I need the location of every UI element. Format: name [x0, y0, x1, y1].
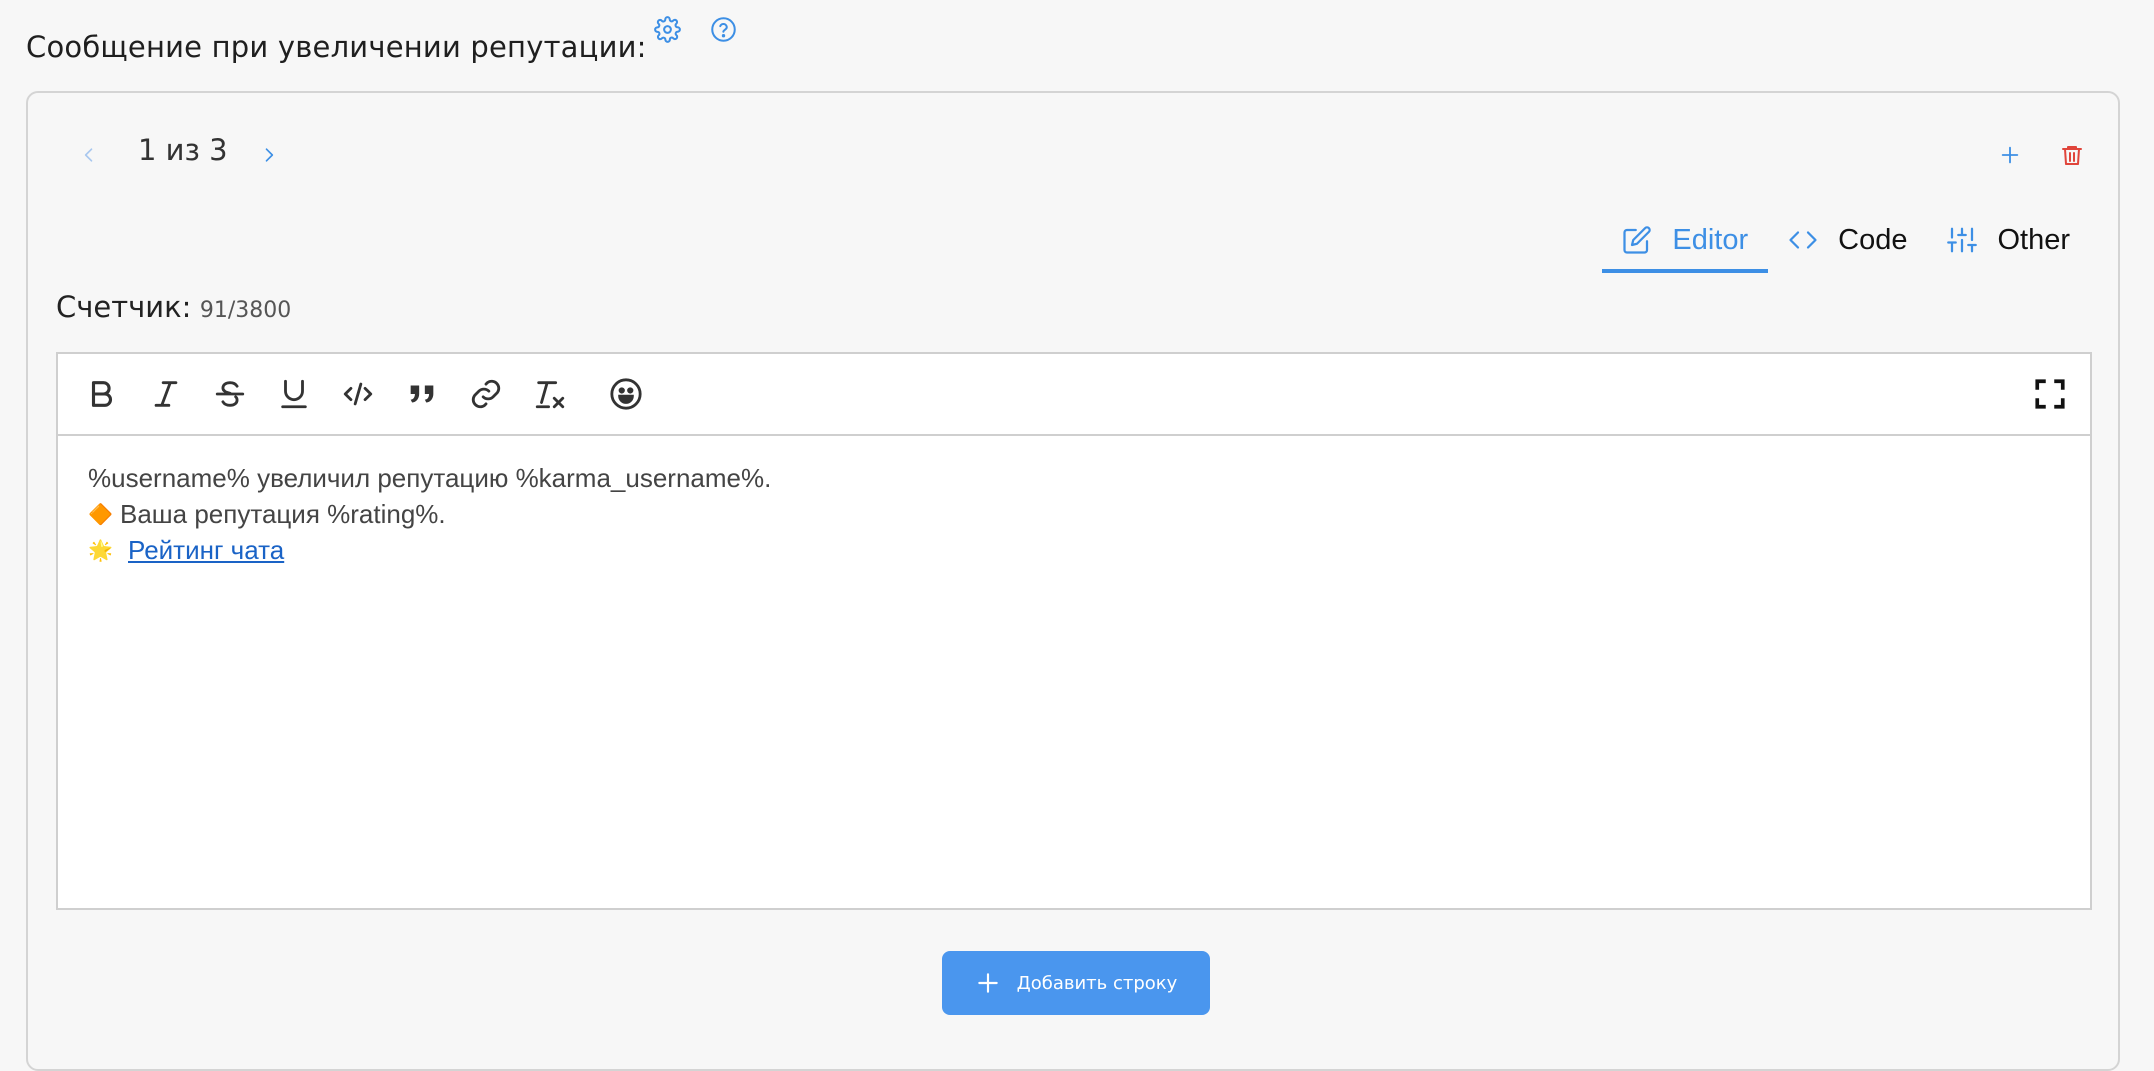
- tab-label: Editor: [1672, 223, 1749, 256]
- editor-line: 🔶 Ваша репутация %rating%.: [88, 496, 2060, 532]
- link-icon: [471, 379, 501, 409]
- star-icon: 🌟: [88, 538, 113, 562]
- delete-message-button[interactable]: [2054, 137, 2090, 173]
- strikethrough-button[interactable]: [210, 374, 250, 414]
- bold-button[interactable]: [82, 374, 122, 414]
- quote-button[interactable]: [402, 374, 442, 414]
- italic-icon: [154, 381, 178, 407]
- underline-icon: [281, 379, 307, 409]
- tabs: Editor Code Other: [1602, 211, 2090, 273]
- clear-format-button[interactable]: [530, 374, 570, 414]
- emoji-button[interactable]: [606, 374, 646, 414]
- plus-icon: [977, 973, 998, 993]
- tab-label: Other: [1997, 223, 2070, 256]
- add-row-label: Добавить строку: [1016, 972, 1178, 994]
- code-button[interactable]: [338, 374, 378, 414]
- tab-label: Code: [1838, 223, 1908, 256]
- link-button[interactable]: [466, 374, 506, 414]
- code-icon: [343, 382, 373, 406]
- plus-icon: [2001, 146, 2019, 164]
- counter-value: 91/3800: [199, 298, 292, 323]
- tab-code[interactable]: Code: [1768, 211, 1927, 269]
- editor-line: %username% увеличил репутацию %karma_use…: [88, 460, 2060, 496]
- edit-icon: [1623, 226, 1652, 254]
- line-text: %username% увеличил репутацию %karma_use…: [88, 463, 772, 493]
- italic-button[interactable]: [146, 374, 186, 414]
- diamond-icon: 🔶: [88, 502, 113, 526]
- rich-text-editor: %username% увеличил репутацию %karma_use…: [56, 352, 2092, 910]
- trash-icon: [2062, 146, 2082, 165]
- fullscreen-button[interactable]: [2030, 374, 2070, 414]
- underline-button[interactable]: [274, 374, 314, 414]
- bold-icon: [91, 381, 112, 407]
- message-card: 1 из 3 Editor Code Other Счетчик: 91/380…: [26, 91, 2120, 1071]
- add-row-button[interactable]: Добавить строку: [942, 951, 1210, 1015]
- chevron-left-icon: [84, 148, 93, 162]
- quote-icon: [410, 385, 434, 403]
- emoji-icon: [610, 378, 642, 410]
- pager-text: 1 из 3: [138, 133, 228, 167]
- editor-line: 🌟 Рейтинг чата: [88, 532, 2060, 568]
- tab-other[interactable]: Other: [1927, 211, 2090, 269]
- editor-toolbar: [58, 354, 2090, 436]
- gear-icon[interactable]: [652, 14, 682, 44]
- counter: Счетчик: 91/3800: [56, 290, 291, 324]
- add-message-button[interactable]: [1992, 137, 2028, 173]
- counter-label: Счетчик:: [56, 290, 192, 324]
- page-title: Сообщение при увеличении репутации:: [26, 30, 647, 64]
- prev-button[interactable]: [74, 137, 104, 173]
- code-icon: [1789, 231, 1817, 249]
- editor-content[interactable]: %username% увеличил репутацию %karma_use…: [58, 436, 2090, 592]
- tab-editor[interactable]: Editor: [1602, 211, 1769, 273]
- fullscreen-icon: [2035, 379, 2065, 409]
- next-button[interactable]: [254, 137, 284, 173]
- question-circle-icon[interactable]: [708, 14, 738, 44]
- sliders-icon: [1947, 227, 1978, 253]
- clear-format-icon: [535, 381, 565, 409]
- line-text: Ваша репутация %rating%.: [120, 499, 446, 529]
- strikethrough-icon: [215, 381, 245, 407]
- chevron-right-icon: [265, 148, 274, 162]
- chat-rating-link[interactable]: Рейтинг чата: [128, 532, 284, 568]
